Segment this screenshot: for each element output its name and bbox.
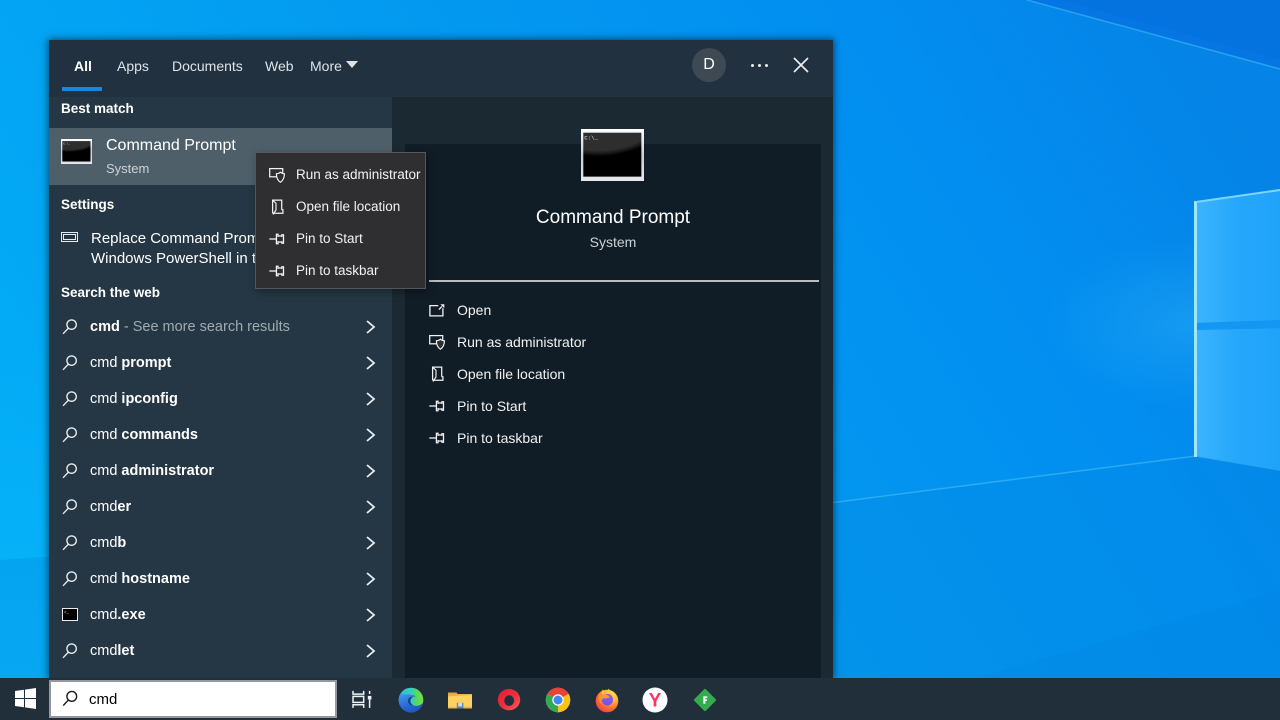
svg-text:>_: >_ [64,609,69,614]
svg-text:Y: Y [649,691,662,712]
svg-text:C:\_: C:\_ [584,134,598,141]
svg-text:C:\_: C:\_ [63,141,70,145]
